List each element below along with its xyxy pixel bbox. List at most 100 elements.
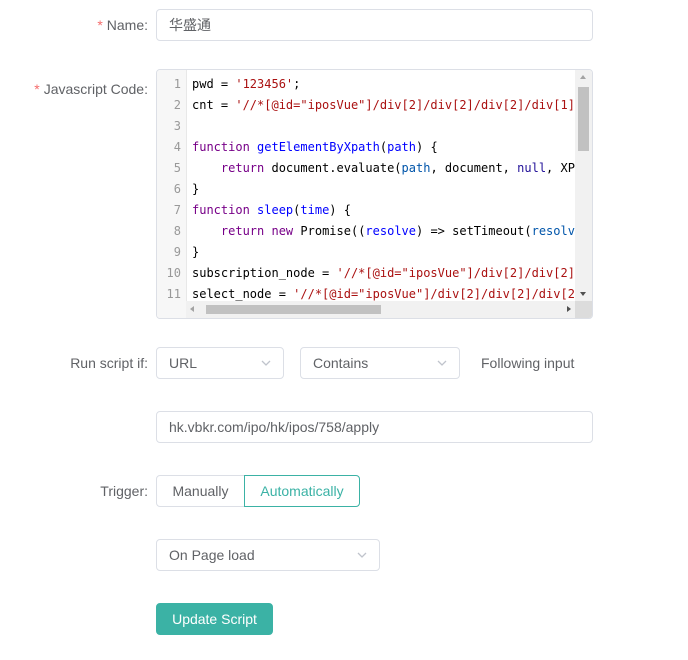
code-token: ( [379, 140, 388, 154]
code-line[interactable]: 8 return new Promise((resolve) => setTim… [157, 221, 575, 242]
code-line[interactable]: 1 pwd = '123456'; [157, 74, 575, 95]
code-token: ) => setTimeout( [416, 224, 532, 238]
code-token: function [192, 203, 258, 217]
name-input-value: 华盛通 [169, 17, 211, 33]
line-number: 4 [173, 140, 181, 154]
required-mark: * [34, 81, 40, 97]
line-number: 9 [173, 245, 181, 259]
line-number: 1 [173, 77, 181, 91]
code-content[interactable]: 1 pwd = '123456'; 2 cnt = '//*[@id="iposVue… [157, 74, 575, 301]
code-token: getElementByXpath [257, 140, 380, 154]
trigger-manual-button[interactable]: Manually [156, 475, 245, 507]
required-mark: * [97, 17, 103, 33]
run-field-value: URL [169, 355, 198, 371]
run-field-select[interactable]: URL [156, 347, 284, 379]
name-label: * Name: [97, 17, 148, 33]
code-token: return new [220, 224, 301, 238]
code-token: } [192, 245, 200, 259]
trigger-event-select[interactable]: On Page load [156, 539, 380, 571]
code-token: select_node = [192, 287, 294, 301]
chevron-down-icon [437, 360, 447, 366]
code-text: return document.evaluate(path, document,… [192, 158, 575, 179]
code-token: document.evaluate( [271, 161, 402, 175]
scroll-left-icon[interactable] [190, 306, 194, 312]
line-number: 10 [166, 266, 181, 280]
trigger-auto-button[interactable]: Automatically [244, 475, 360, 507]
code-token: Promise(( [300, 224, 366, 238]
code-text: function getElementByXpath(path) { [192, 137, 438, 158]
code-token: subscription_node = [192, 266, 337, 280]
code-text: } [192, 242, 199, 263]
code-text: function sleep(time) { [192, 200, 351, 221]
code-token: resolve [365, 224, 416, 238]
code-line[interactable]: 3 [157, 116, 575, 137]
code-line[interactable]: 4 function getElementByXpath(path) { [157, 137, 575, 158]
trigger-event-value: On Page load [169, 547, 255, 563]
code-line[interactable]: 6} [157, 179, 575, 200]
code-line[interactable]: 9} [157, 242, 575, 263]
url-input[interactable]: hk.vbkr.com/ipo/hk/ipos/758/apply [156, 411, 593, 443]
url-input-value: hk.vbkr.com/ipo/hk/ipos/758/apply [169, 419, 380, 435]
code-text: cnt = '//*[@id="iposVue"]/div[2]/div[2]/… [192, 95, 575, 116]
run-condition-select[interactable]: Contains [300, 347, 460, 379]
line-number: 3 [173, 119, 181, 133]
following-input-text: Following input [481, 355, 575, 371]
horizontal-scroll-thumb[interactable] [206, 305, 381, 314]
code-token: , XPa [546, 161, 575, 175]
code-token: '//*[@id="iposVue"]/div[2]/div[2]/div[2]… [235, 98, 575, 112]
code-label: * Javascript Code: [34, 81, 148, 97]
trigger-label: Trigger: [100, 483, 148, 499]
code-text: return new Promise((resolve) => setTimeo… [192, 221, 575, 242]
update-script-button[interactable]: Update Script [156, 603, 273, 635]
code-token: ) { [329, 203, 351, 217]
code-token: path [401, 161, 431, 175]
name-input[interactable]: 华盛通 [156, 9, 593, 41]
run-condition-value: Contains [313, 355, 369, 371]
scroll-up-icon[interactable] [580, 75, 586, 79]
code-token: return [220, 161, 272, 175]
code-line[interactable]: 5 return document.evaluate(path, documen… [157, 158, 575, 179]
line-number: 7 [173, 203, 181, 217]
scroll-down-icon[interactable] [580, 292, 586, 296]
line-number: 11 [166, 287, 181, 301]
line-number: 5 [173, 161, 181, 175]
code-token: '//*[@id="iposVue"]/div[2]/div[2]/div[2]… [293, 287, 575, 301]
vertical-scrollbar[interactable] [575, 70, 592, 301]
line-number: 6 [173, 182, 181, 196]
code-token: cnt = [192, 98, 236, 112]
code-line[interactable]: 10 subscription_node = '//*[@id="iposVue"… [157, 263, 575, 284]
scroll-right-icon[interactable] [567, 306, 571, 312]
code-token: time [300, 203, 330, 217]
code-token: '123456' [235, 77, 294, 91]
code-token: ) { [416, 140, 438, 154]
code-line[interactable]: 2 cnt = '//*[@id="iposVue"]/div[2]/div[2]… [157, 95, 575, 116]
code-token: path [387, 140, 416, 154]
code-editor[interactable]: 1 pwd = '123456'; 2 cnt = '//*[@id="iposVue… [156, 69, 593, 319]
run-condition-label: Run script if: [70, 355, 148, 371]
chevron-down-icon [357, 552, 367, 558]
code-token: null [517, 161, 547, 175]
code-line[interactable]: 11 select_node = '//*[@id="iposVue"]/div[… [157, 284, 575, 301]
code-token: sleep [257, 203, 294, 217]
code-text: pwd = '123456'; [192, 74, 300, 95]
code-text: } [192, 179, 199, 200]
trigger-button-group: Manually Automatically [156, 475, 360, 507]
code-token: , document, [430, 161, 518, 175]
code-text: subscription_node = '//*[@id="iposVue"]/… [192, 263, 575, 284]
chevron-down-icon [261, 360, 271, 366]
code-token: '//*[@id="iposVue"]/div[2]/div[2]/d [336, 266, 576, 280]
scrollbar-corner [575, 301, 592, 318]
vertical-scroll-thumb[interactable] [578, 87, 589, 151]
code-token: resolve [531, 224, 575, 238]
code-token: } [192, 182, 200, 196]
code-token: ; [293, 77, 301, 91]
code-token: function [192, 140, 258, 154]
line-number: 2 [173, 98, 181, 112]
code-token: pwd = [192, 77, 236, 91]
line-number: 8 [173, 224, 181, 238]
horizontal-scrollbar[interactable] [186, 301, 575, 318]
code-text: select_node = '//*[@id="iposVue"]/div[2]… [192, 284, 575, 301]
code-line[interactable]: 7 function sleep(time) { [157, 200, 575, 221]
